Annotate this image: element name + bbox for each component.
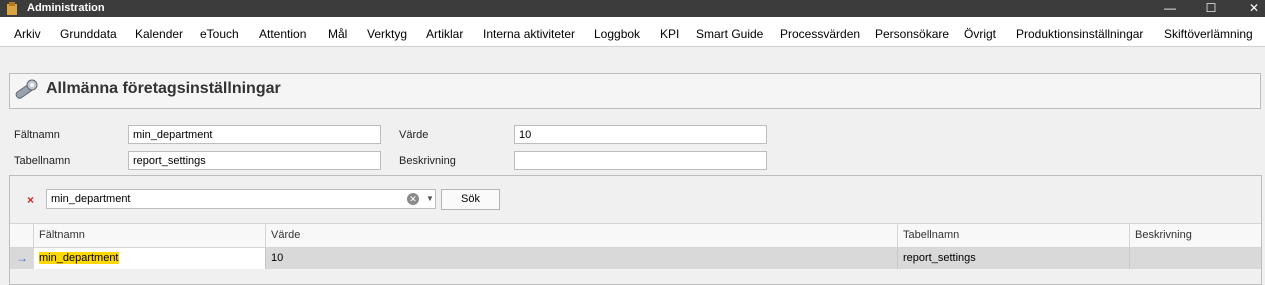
clear-icon[interactable]: ✕ (407, 193, 419, 205)
menu-grunddata[interactable]: Grunddata (60, 17, 117, 46)
cell-tabellnamn[interactable]: report_settings (898, 248, 1130, 269)
arrow-right-icon: → (16, 251, 28, 265)
menu-processvarden[interactable]: Processvärden (780, 17, 860, 46)
maximize-button[interactable]: ☐ (1193, 0, 1229, 17)
menu-personsokare[interactable]: Personsökare (875, 17, 949, 46)
menu-verktyg[interactable]: Verktyg (367, 17, 407, 46)
cell-beskrivning[interactable] (1130, 248, 1261, 269)
menu-kalender[interactable]: Kalender (135, 17, 183, 46)
app-icon (7, 2, 17, 15)
description-label: Beskrivning (399, 155, 456, 167)
grid-panel: × min_department ✕ ▼ Sök Fältnamn Värde … (9, 175, 1262, 285)
column-header-beskrivning[interactable]: Beskrivning (1130, 224, 1261, 247)
clear-filter-icon[interactable]: × (27, 193, 34, 207)
minimize-button[interactable]: — (1152, 0, 1188, 17)
search-input[interactable]: min_department ✕ ▼ (46, 189, 436, 209)
menu-loggbok[interactable]: Loggbok (594, 17, 640, 46)
title-bar: Administration — ☐ ✕ (0, 0, 1265, 17)
field-name-input[interactable]: min_department (128, 125, 381, 144)
close-button[interactable]: ✕ (1236, 0, 1265, 17)
chevron-down-icon[interactable]: ▼ (425, 190, 435, 208)
menu-skiftoverlamning[interactable]: Skiftöverlämning (1164, 17, 1253, 46)
search-match-highlight: min_department (39, 252, 119, 264)
menu-ovrigt[interactable]: Övrigt (964, 17, 996, 46)
page-title: Allmänna företagsinställningar (46, 80, 281, 97)
cell-varde[interactable]: 10 (266, 248, 898, 269)
description-input[interactable] (514, 151, 767, 170)
field-name-label: Fältnamn (14, 129, 60, 141)
menu-attention[interactable]: Attention (259, 17, 306, 46)
settings-header: Allmänna företagsinställningar (9, 73, 1261, 109)
menu-artiklar[interactable]: Artiklar (426, 17, 463, 46)
menu-arkiv[interactable]: Arkiv (14, 17, 41, 46)
column-header-tabellnamn[interactable]: Tabellnamn (898, 224, 1130, 247)
menu-interna-aktiviteter[interactable]: Interna aktiviteter (483, 17, 575, 46)
value-input[interactable]: 10 (514, 125, 767, 144)
menu-smart-guide[interactable]: Smart Guide (696, 17, 763, 46)
table-row[interactable]: → min_department 10 report_settings (10, 248, 1261, 269)
table-name-label: Tabellnamn (14, 155, 71, 167)
table-name-input[interactable]: report_settings (128, 151, 381, 170)
value-label: Värde (399, 129, 429, 141)
row-indicator-header (10, 224, 34, 247)
menu-produktionsinstallningar[interactable]: Produktionsinställningar (1016, 17, 1143, 46)
menu-bar: Arkiv Grunddata Kalender eTouch Attentio… (0, 17, 1265, 47)
menu-mal[interactable]: Mål (328, 17, 347, 46)
wrench-icon (15, 79, 38, 99)
column-header-varde[interactable]: Värde (266, 224, 898, 247)
menu-kpi[interactable]: KPI (660, 17, 679, 46)
search-button[interactable]: Sök (441, 189, 500, 210)
search-input-value: min_department (51, 193, 131, 205)
cell-faltnamn[interactable]: min_department (34, 248, 266, 269)
window-title: Administration (27, 2, 105, 14)
grid-header: Fältnamn Värde Tabellnamn Beskrivning (10, 223, 1261, 248)
menu-etouch[interactable]: eTouch (200, 17, 239, 46)
column-header-faltnamn[interactable]: Fältnamn (34, 224, 266, 247)
